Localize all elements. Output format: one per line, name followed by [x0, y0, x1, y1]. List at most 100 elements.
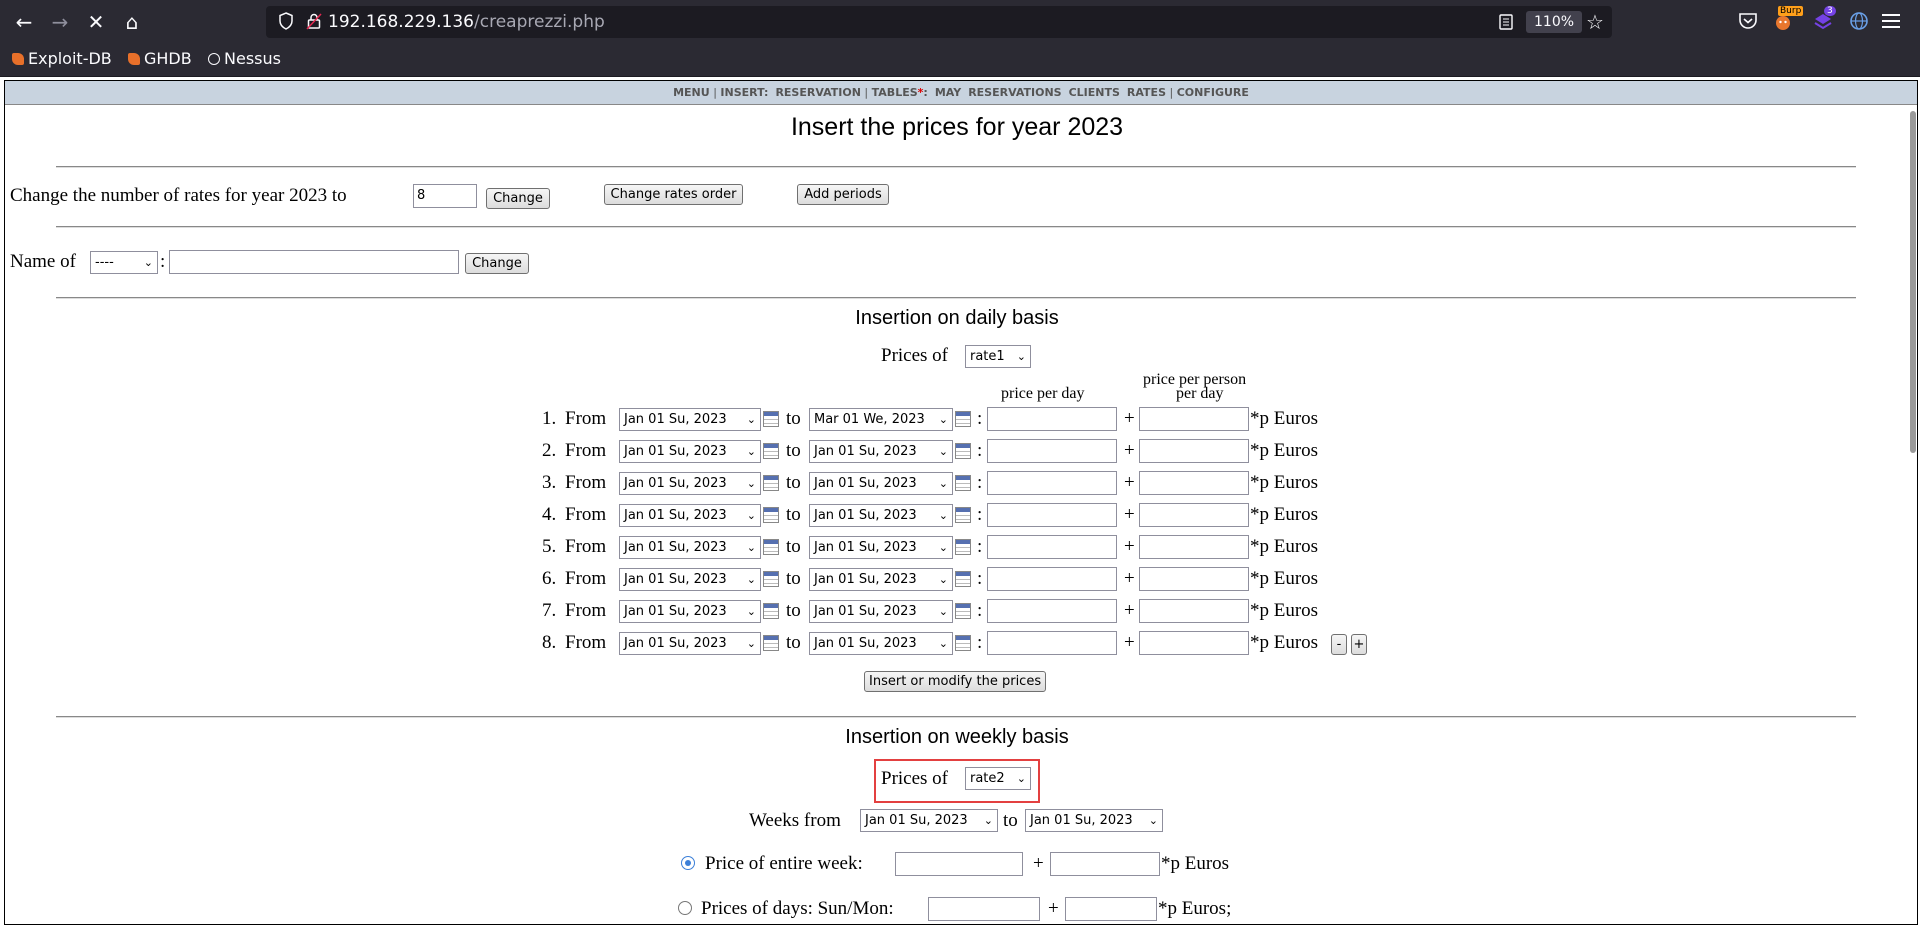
divider	[56, 297, 1856, 299]
price-per-person-input[interactable]	[1139, 535, 1249, 559]
change-rates-order-button[interactable]: Change rates order	[604, 184, 743, 205]
stop-loading-icon[interactable]: ✕	[82, 9, 110, 35]
configure-link[interactable]: CONFIGURE	[1177, 86, 1249, 99]
calendar-icon[interactable]	[955, 571, 971, 587]
pocket-icon[interactable]	[1737, 10, 1759, 32]
to-date-select[interactable]: Jan 01 Su, 2023 ⌄	[809, 536, 953, 559]
from-date-select[interactable]: Jan 01 Su, 2023 ⌄	[619, 408, 761, 431]
price-per-day-input[interactable]	[987, 535, 1117, 559]
euros-label: *p Euros	[1250, 408, 1319, 429]
weekly-rate-select[interactable]: rate2 ⌄	[965, 767, 1031, 790]
price-per-day-input[interactable]	[987, 567, 1117, 591]
may-link[interactable]: MAY	[935, 86, 961, 99]
from-date-select[interactable]: Jan 01 Su, 2023 ⌄	[619, 600, 761, 623]
address-bar[interactable]: 192.168.229.136/creaprezzi.php 110% ☆	[266, 6, 1612, 38]
calendar-icon[interactable]	[955, 411, 971, 427]
price-per-person-input[interactable]	[1139, 599, 1249, 623]
price-per-day-input[interactable]	[987, 407, 1117, 431]
add-periods-button[interactable]: Add periods	[797, 184, 889, 205]
entire-week-radio[interactable]	[681, 856, 695, 870]
sun-mon-person-price-input[interactable]	[1065, 897, 1157, 921]
calendar-icon[interactable]	[955, 507, 971, 523]
change-rates-count-button[interactable]: Change	[486, 188, 550, 209]
bookmark-ghdb[interactable]: GHDB	[128, 49, 192, 68]
from-date-select[interactable]: Jan 01 Su, 2023 ⌄	[619, 472, 761, 495]
calendar-icon[interactable]	[763, 635, 779, 651]
calendar-icon[interactable]	[763, 539, 779, 555]
price-per-day-input[interactable]	[987, 631, 1117, 655]
from-date-select[interactable]: Jan 01 Su, 2023 ⌄	[619, 504, 761, 527]
weeks-to-select[interactable]: Jan 01 Su, 2023 ⌄	[1025, 809, 1163, 832]
daily-rate-select[interactable]: rate1 ⌄	[965, 345, 1031, 368]
lock-insecure-icon[interactable]	[306, 12, 322, 30]
reader-view-icon[interactable]	[1498, 13, 1514, 31]
price-per-person-input[interactable]	[1139, 439, 1249, 463]
rate-name-select[interactable]: ---- ⌄	[90, 251, 158, 274]
to-date-select[interactable]: Jan 01 Su, 2023 ⌄	[809, 472, 953, 495]
to-date-select[interactable]: Jan 01 Su, 2023 ⌄	[809, 504, 953, 527]
calendar-icon[interactable]	[763, 475, 779, 491]
change-name-button[interactable]: Change	[465, 253, 529, 274]
entire-week-person-price-input[interactable]	[1050, 852, 1160, 876]
calendar-icon[interactable]	[763, 411, 779, 427]
calendar-icon[interactable]	[955, 443, 971, 459]
from-date-select[interactable]: Jan 01 Su, 2023 ⌄	[619, 440, 761, 463]
bookmark-nessus[interactable]: Nessus	[208, 49, 281, 68]
calendar-icon[interactable]	[763, 507, 779, 523]
calendar-icon[interactable]	[763, 443, 779, 459]
from-label: From	[565, 600, 607, 621]
clients-link[interactable]: CLIENTS	[1069, 86, 1120, 99]
price-per-day-input[interactable]	[987, 599, 1117, 623]
remove-period-button[interactable]: -	[1331, 634, 1347, 655]
prices-of-days-radio[interactable]	[678, 901, 692, 915]
vertical-scrollbar[interactable]	[1907, 107, 1917, 924]
price-per-person-input[interactable]	[1139, 407, 1249, 431]
bookmark-star-icon[interactable]: ☆	[1586, 10, 1604, 34]
weeks-from-select[interactable]: Jan 01 Su, 2023 ⌄	[860, 809, 998, 832]
to-date-select[interactable]: Mar 01 We, 2023 ⌄	[809, 408, 953, 431]
add-period-button[interactable]: +	[1351, 634, 1367, 655]
insert-prices-button[interactable]: Insert or modify the prices	[864, 671, 1046, 692]
to-date-select[interactable]: Jan 01 Su, 2023 ⌄	[809, 600, 953, 623]
calendar-icon[interactable]	[955, 539, 971, 555]
home-icon[interactable]: ⌂	[118, 9, 146, 35]
rate-name-input[interactable]	[169, 250, 459, 274]
back-icon[interactable]: ←	[10, 9, 38, 35]
calendar-icon[interactable]	[763, 603, 779, 619]
bookmark-exploit-db[interactable]: Exploit-DB	[12, 49, 112, 68]
from-date-select[interactable]: Jan 01 Su, 2023 ⌄	[619, 632, 761, 655]
menu-link[interactable]: MENU	[673, 86, 710, 99]
tables-link[interactable]: TABLES*:	[872, 86, 928, 99]
from-date-select-value: Jan 01 Su, 2023	[624, 540, 727, 555]
price-per-person-input[interactable]	[1139, 567, 1249, 591]
to-date-select[interactable]: Jan 01 Su, 2023 ⌄	[809, 568, 953, 591]
price-per-person-input[interactable]	[1139, 631, 1249, 655]
sun-mon-price-input[interactable]	[928, 897, 1040, 921]
to-date-select[interactable]: Jan 01 Su, 2023 ⌄	[809, 440, 953, 463]
price-per-day-input[interactable]	[987, 503, 1117, 527]
entire-week-price-input[interactable]	[895, 852, 1023, 876]
rates-link[interactable]: RATES	[1127, 86, 1166, 99]
page-title: Insert the prices for year 2023	[790, 113, 1124, 141]
calendar-icon[interactable]	[955, 475, 971, 491]
reservations-link[interactable]: RESERVATIONS	[968, 86, 1061, 99]
price-per-person-input[interactable]	[1139, 503, 1249, 527]
from-date-select[interactable]: Jan 01 Su, 2023 ⌄	[619, 568, 761, 591]
reservation-link[interactable]: RESERVATION	[775, 86, 860, 99]
price-per-day-input[interactable]	[987, 439, 1117, 463]
calendar-icon[interactable]	[955, 635, 971, 651]
price-per-person-input[interactable]	[1139, 471, 1249, 495]
scrollbar-thumb[interactable]	[1910, 111, 1916, 453]
shield-icon[interactable]	[278, 12, 294, 30]
price-per-day-input[interactable]	[987, 471, 1117, 495]
from-date-select[interactable]: Jan 01 Su, 2023 ⌄	[619, 536, 761, 559]
globe-extension-icon[interactable]	[1848, 10, 1870, 32]
calendar-icon[interactable]	[955, 603, 971, 619]
calendar-icon[interactable]	[763, 571, 779, 587]
hamburger-menu-icon[interactable]	[1880, 10, 1902, 32]
to-date-select[interactable]: Jan 01 Su, 2023 ⌄	[809, 632, 953, 655]
forward-icon[interactable]: →	[46, 9, 74, 35]
zoom-level[interactable]: 110%	[1526, 11, 1583, 33]
url-text[interactable]: 192.168.229.136/creaprezzi.php	[328, 12, 605, 32]
rates-count-input[interactable]: 8	[413, 184, 477, 208]
